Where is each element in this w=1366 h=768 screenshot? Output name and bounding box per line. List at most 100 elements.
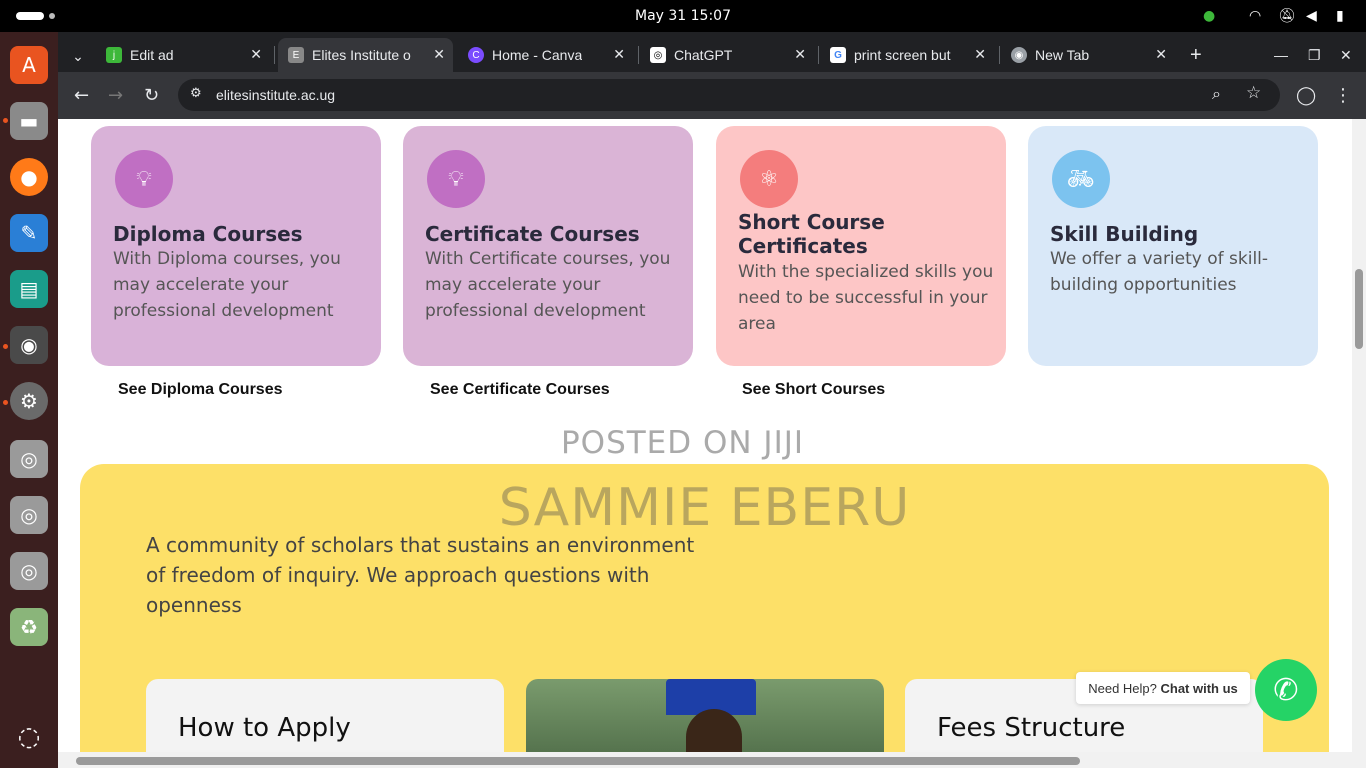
chrome-icon[interactable]: ◉ bbox=[10, 326, 48, 364]
notifications-muted-icon[interactable]: 🔕︎ bbox=[1278, 8, 1296, 24]
browser-window: ⌄ j Edit ad ✕ E Elites Institute o ✕ C H… bbox=[58, 32, 1366, 768]
close-window-button[interactable]: ✕ bbox=[1340, 38, 1358, 72]
close-icon[interactable]: ✕ bbox=[974, 46, 986, 63]
back-icon[interactable]: ← bbox=[74, 85, 89, 106]
url-text[interactable]: elitesinstitute.ac.ug bbox=[216, 87, 335, 103]
settings-icon[interactable]: ⚙ bbox=[10, 382, 48, 420]
text-editor-icon[interactable]: ✎ bbox=[10, 214, 48, 252]
how-to-apply-card[interactable]: How to Apply bbox=[146, 679, 504, 752]
ebook-reader-icon[interactable]: ▤ bbox=[10, 270, 48, 308]
help-action: Chat with us bbox=[1160, 680, 1238, 696]
show-apps-icon[interactable]: ◌ bbox=[10, 718, 48, 756]
vertical-scrollbar[interactable] bbox=[1352, 119, 1366, 752]
tab-title: ChatGPT bbox=[674, 47, 733, 63]
tab-separator bbox=[638, 46, 639, 64]
about-section: SAMMIE EBERU A community of scholars tha… bbox=[80, 464, 1329, 752]
disk-icon[interactable]: ◎ bbox=[10, 496, 48, 534]
card-description: With Certificate courses, you may accele… bbox=[425, 249, 671, 321]
reload-icon[interactable]: ↻ bbox=[144, 85, 159, 106]
lightbulb-icon: 💡︎ bbox=[115, 150, 173, 208]
card-title-line: Certificates bbox=[738, 234, 868, 258]
disk-icon[interactable]: ◎ bbox=[10, 552, 48, 590]
wifi-icon[interactable]: ◠ bbox=[1249, 8, 1261, 24]
see-short-courses-link[interactable]: See Short Courses bbox=[742, 381, 885, 399]
menu-icon[interactable]: ⋮ bbox=[1334, 85, 1352, 106]
see-diploma-courses-link[interactable]: See Diploma Courses bbox=[118, 381, 283, 399]
card-description: With the specialized skills you need to … bbox=[738, 262, 994, 334]
card-heading: How to Apply bbox=[178, 713, 351, 743]
profile-icon[interactable]: ◯ bbox=[1296, 85, 1316, 106]
app-center-icon[interactable]: A bbox=[10, 46, 48, 84]
battery-icon[interactable]: ▮ bbox=[1336, 8, 1344, 24]
volume-icon[interactable]: ◀︎ bbox=[1306, 8, 1317, 24]
tab[interactable]: j Edit ad ✕ bbox=[98, 38, 270, 72]
card-title: Short Course Certificates bbox=[738, 210, 885, 258]
browser-toolbar: ← → ↻ ⚙ elitesinstitute.ac.ug ⌕ ☆ ◯ ⋮ bbox=[58, 72, 1366, 119]
chrome-icon: ◉ bbox=[1011, 47, 1027, 63]
tab[interactable]: C Home - Canva ✕ bbox=[458, 38, 633, 72]
elites-icon: E bbox=[288, 47, 304, 63]
running-indicator bbox=[3, 400, 8, 405]
dock: A ▬ ● ✎ ▤ ◉ ⚙ ◎ ◎ ◎ ♻ ◌ bbox=[0, 32, 58, 768]
watermark-name: SAMMIE EBERU bbox=[498, 478, 911, 538]
horizontal-scrollbar[interactable] bbox=[58, 752, 1366, 768]
minimize-button[interactable]: — bbox=[1274, 38, 1292, 72]
card-description: With Diploma courses, you may accelerate… bbox=[113, 249, 341, 321]
card-title: Certificate Courses bbox=[425, 222, 640, 246]
close-icon[interactable]: ✕ bbox=[794, 46, 806, 63]
status-icon[interactable]: ● bbox=[1203, 8, 1215, 24]
clock[interactable]: May 31 15:07 bbox=[0, 8, 1366, 24]
system-top-bar: May 31 15:07 ● ◠ 🔕︎ ◀︎ ▮ bbox=[0, 0, 1366, 32]
tab-active[interactable]: E Elites Institute o ✕ bbox=[278, 38, 453, 72]
web-page: 💡︎ Diploma Courses With Diploma courses,… bbox=[58, 119, 1352, 752]
card-title: Skill Building bbox=[1050, 222, 1199, 246]
tab[interactable]: ◉ New Tab ✕ bbox=[1003, 38, 1175, 72]
running-indicator bbox=[3, 344, 8, 349]
tab-separator bbox=[818, 46, 819, 64]
card-heading: Fees Structure bbox=[937, 713, 1126, 743]
firefox-icon[interactable]: ● bbox=[10, 158, 48, 196]
lightbulb-icon: 💡︎ bbox=[427, 150, 485, 208]
address-bar[interactable]: ⚙ elitesinstitute.ac.ug ⌕ ☆ bbox=[178, 79, 1280, 111]
jiji-icon: j bbox=[106, 47, 122, 63]
whatsapp-chat-button[interactable]: ✆ bbox=[1255, 659, 1317, 721]
bookmark-star-icon[interactable]: ☆ bbox=[1246, 83, 1261, 103]
tab-separator bbox=[274, 46, 275, 64]
close-icon[interactable]: ✕ bbox=[433, 46, 445, 63]
trash-icon[interactable]: ♻ bbox=[10, 608, 48, 646]
disk-icon[interactable]: ◎ bbox=[10, 440, 48, 478]
scrollbar-thumb[interactable] bbox=[76, 757, 1080, 765]
see-certificate-courses-link[interactable]: See Certificate Courses bbox=[430, 381, 610, 399]
tab[interactable]: ◎ ChatGPT ✕ bbox=[642, 38, 814, 72]
close-icon[interactable]: ✕ bbox=[613, 46, 625, 63]
forward-icon[interactable]: → bbox=[108, 85, 123, 106]
close-icon[interactable]: ✕ bbox=[250, 46, 262, 63]
tab-title: Elites Institute o bbox=[312, 47, 411, 63]
tab-separator bbox=[999, 46, 1000, 64]
maximize-button[interactable]: ❐ bbox=[1308, 38, 1326, 72]
scrollbar-thumb[interactable] bbox=[1355, 269, 1363, 349]
close-icon[interactable]: ✕ bbox=[1155, 46, 1167, 63]
tab[interactable]: G print screen but ✕ bbox=[822, 38, 994, 72]
card-title-line: Short Course bbox=[738, 210, 885, 234]
watermark-posted-on: POSTED ON JIJI bbox=[560, 425, 805, 461]
tab-search-button[interactable]: ⌄ bbox=[66, 39, 90, 73]
zoom-icon[interactable]: ⌕ bbox=[1212, 84, 1221, 104]
graduate-figure bbox=[686, 709, 742, 752]
card-short-course: ⚛ Short Course Certificates With the spe… bbox=[716, 126, 1006, 366]
new-tab-button[interactable]: + bbox=[1190, 38, 1210, 72]
site-info-icon[interactable]: ⚙ bbox=[190, 86, 202, 101]
running-indicator bbox=[3, 118, 8, 123]
mission-statement: A community of scholars that sustains an… bbox=[146, 533, 695, 617]
atom-icon: ⚛ bbox=[740, 150, 798, 208]
card-description: We offer a variety of skill-building opp… bbox=[1050, 249, 1269, 295]
card-certificate: 💡︎ Certificate Courses With Certificate … bbox=[403, 126, 693, 366]
bicycle-icon: 🚲︎ bbox=[1052, 150, 1110, 208]
chat-help-bubble[interactable]: Need Help? Chat with us bbox=[1076, 672, 1250, 704]
card-skill-building: 🚲︎ Skill Building We offer a variety of … bbox=[1028, 126, 1318, 366]
card-diploma: 💡︎ Diploma Courses With Diploma courses,… bbox=[91, 126, 381, 366]
tab-title: Home - Canva bbox=[492, 47, 583, 63]
chatgpt-icon: ◎ bbox=[650, 47, 666, 63]
tab-strip: ⌄ j Edit ad ✕ E Elites Institute o ✕ C H… bbox=[58, 32, 1366, 72]
files-icon[interactable]: ▬ bbox=[10, 102, 48, 140]
